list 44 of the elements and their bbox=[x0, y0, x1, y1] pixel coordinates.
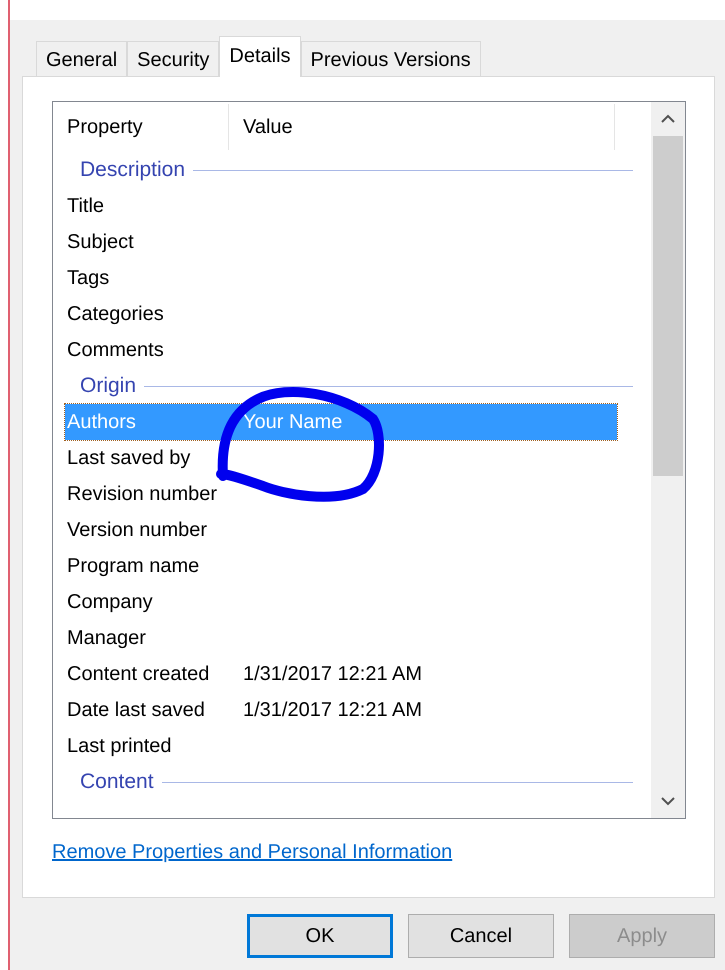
group-heading: Origin bbox=[80, 374, 136, 398]
property-name: Last saved by bbox=[66, 446, 192, 470]
property-row[interactable]: Company bbox=[65, 584, 617, 620]
column-header[interactable]: Value bbox=[229, 104, 615, 150]
property-value: Your Name bbox=[243, 410, 342, 434]
property-row[interactable]: Last printed bbox=[65, 728, 617, 764]
property-row[interactable]: Categories bbox=[65, 296, 617, 332]
tab[interactable]: Security bbox=[127, 41, 220, 76]
property-row[interactable]: Comments bbox=[65, 332, 617, 368]
dialog-button[interactable]: OK bbox=[247, 914, 393, 958]
remove-properties-link[interactable]: Remove Properties and Personal Information bbox=[52, 841, 452, 864]
property-name: Manager bbox=[66, 626, 147, 650]
property-row[interactable]: Last saved by bbox=[65, 440, 617, 476]
property-name: Title bbox=[66, 194, 106, 218]
tab[interactable]: Details bbox=[219, 36, 301, 77]
property-name: Revision number bbox=[66, 482, 218, 506]
property-row[interactable]: Date last saved 1/31/2017 12:21 AM bbox=[65, 692, 617, 728]
property-value: 1/31/2017 12:21 AM bbox=[243, 662, 422, 686]
column-header[interactable]: Property bbox=[53, 104, 229, 150]
property-row[interactable]: Title bbox=[65, 188, 617, 224]
group-heading: Content bbox=[80, 770, 154, 794]
property-row[interactable]: Subject bbox=[65, 224, 617, 260]
group-heading: Description bbox=[80, 158, 186, 182]
property-value: 1/31/2017 12:21 AM bbox=[243, 698, 422, 722]
property-name: Content created bbox=[66, 662, 210, 686]
property-name: Authors bbox=[66, 410, 137, 434]
property-row[interactable]: Tags bbox=[65, 260, 617, 296]
property-name: Date last saved bbox=[66, 698, 206, 722]
property-row[interactable]: Manager bbox=[65, 620, 617, 656]
property-name: Comments bbox=[66, 338, 165, 362]
property-name: Subject bbox=[66, 230, 135, 254]
property-name: Version number bbox=[66, 518, 208, 542]
property-name: Categories bbox=[66, 302, 165, 326]
property-row[interactable]: Content created 1/31/2017 12:21 AM bbox=[65, 656, 617, 692]
property-name: Last printed bbox=[66, 734, 173, 758]
property-name: Company bbox=[66, 590, 154, 614]
property-name: Program name bbox=[66, 554, 200, 578]
property-row[interactable]: Program name bbox=[65, 548, 617, 584]
tab[interactable]: Previous Versions bbox=[300, 41, 481, 76]
dialog-button[interactable]: Cancel bbox=[408, 914, 554, 958]
tab[interactable]: General bbox=[36, 41, 128, 76]
property-name: Tags bbox=[66, 266, 110, 290]
property-row[interactable]: Version number bbox=[65, 512, 617, 548]
property-row[interactable]: Revision number bbox=[65, 476, 617, 512]
